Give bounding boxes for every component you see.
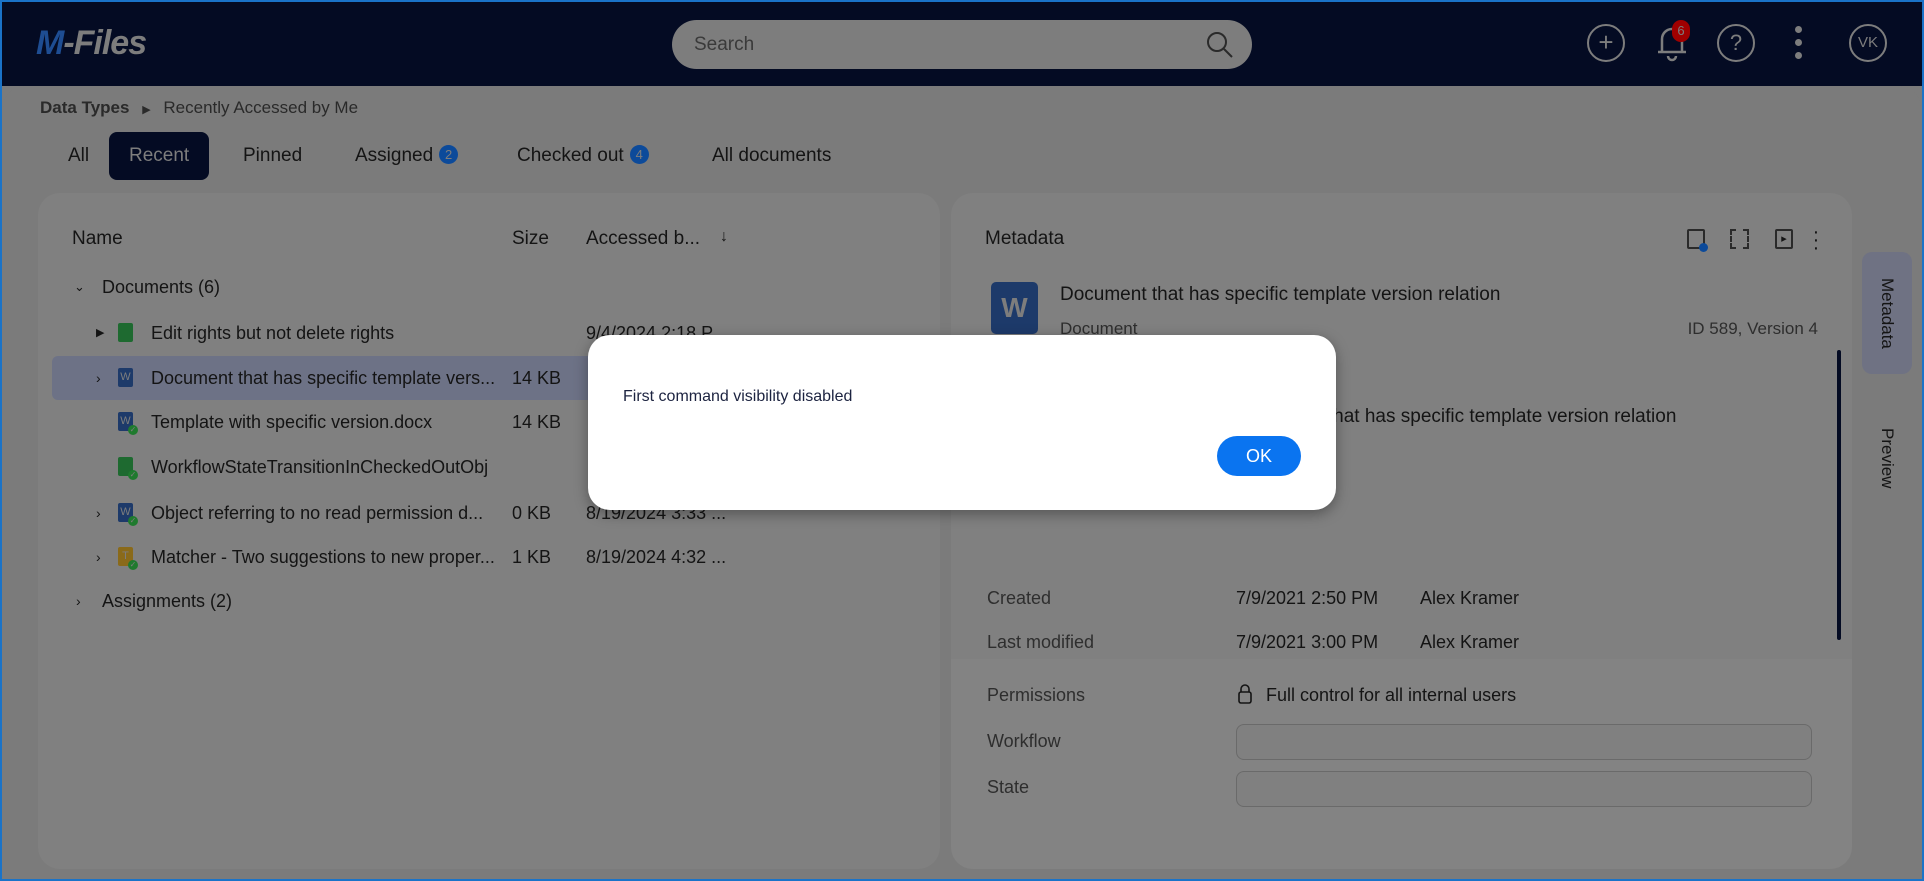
- workflow-label: Workflow: [987, 731, 1061, 751]
- expand-icon[interactable]: ▶: [96, 311, 104, 355]
- created-date: 7/9/2021 2:50 PM: [1236, 588, 1379, 608]
- top-bar: M-Files Search + 6 ? VK: [0, 0, 1924, 86]
- word-checked-icon: W ✓: [118, 412, 138, 435]
- dialog-message: First command visibility disabled: [623, 388, 853, 405]
- green-document-icon: [118, 323, 133, 342]
- help-icon[interactable]: ?: [1717, 24, 1755, 62]
- tab-assigned[interactable]: Assigned 2: [335, 132, 478, 180]
- message-dialog: First command visibility disabled OK: [588, 335, 1336, 510]
- more-options-icon[interactable]: · · ·: [1812, 222, 1820, 258]
- breadcrumb-separator-icon: ▶: [142, 104, 151, 116]
- more-icon[interactable]: [1795, 26, 1803, 60]
- template-checked-icon: T ✓: [118, 547, 138, 570]
- lock-icon: [1238, 684, 1252, 704]
- state-label: State: [987, 777, 1030, 797]
- breadcrumb-current: Recently Accessed by Me: [163, 98, 359, 117]
- tab-checked-out[interactable]: Checked out 4: [497, 132, 669, 180]
- modified-by: Alex Kramer: [1420, 632, 1520, 652]
- green-document-checked-icon: ✓: [118, 457, 138, 480]
- notification-badge: 6: [1672, 20, 1690, 42]
- side-tab-preview[interactable]: Preview: [1862, 418, 1912, 498]
- group-documents[interactable]: ⌄ Documents (6): [52, 265, 940, 309]
- object-title: Document that has specific template vers…: [1060, 284, 1501, 305]
- m-files-logo[interactable]: M-Files: [36, 24, 147, 63]
- tab-pinned[interactable]: Pinned: [223, 132, 322, 180]
- fullscreen-icon[interactable]: [1730, 229, 1749, 249]
- column-header-accessed[interactable]: Accessed b...: [586, 228, 700, 250]
- avatar[interactable]: VK: [1849, 24, 1887, 62]
- created-by: Alex Kramer: [1420, 588, 1520, 608]
- created-label: Created: [987, 588, 1052, 608]
- add-icon[interactable]: +: [1587, 24, 1625, 62]
- word-checked-icon: W ✓: [118, 503, 138, 526]
- tab-all-documents[interactable]: All documents: [692, 132, 851, 180]
- permissions-value[interactable]: Full control for all internal users: [1266, 685, 1516, 706]
- assigned-count-badge: 2: [439, 145, 459, 164]
- metadata-title: Metadata: [985, 228, 1065, 249]
- tab-recent[interactable]: Recent: [109, 132, 210, 180]
- comments-icon[interactable]: [1687, 229, 1708, 252]
- state-field[interactable]: [1236, 771, 1812, 807]
- breadcrumb-root[interactable]: Data Types: [40, 98, 129, 117]
- workflow-field[interactable]: [1236, 724, 1812, 760]
- panel-toggle-icon[interactable]: ▸: [1775, 229, 1793, 249]
- scrollbar[interactable]: [1837, 350, 1841, 640]
- modified-date: 7/9/2021 3:00 PM: [1236, 632, 1379, 652]
- permissions-label: Permissions: [987, 685, 1086, 705]
- checked-out-count-badge: 4: [629, 145, 649, 164]
- breadcrumb: Data Types ▶ Recently Accessed by Me: [40, 98, 358, 118]
- search-icon[interactable]: [1206, 31, 1234, 59]
- column-header-name[interactable]: Name: [72, 228, 123, 250]
- chevron-right-icon[interactable]: ›: [96, 491, 101, 535]
- list-item[interactable]: › T ✓ Matcher - Two suggestions to new pr…: [52, 535, 940, 579]
- search-input[interactable]: Search: [672, 20, 1252, 69]
- arrow-down-icon[interactable]: ↓: [720, 228, 728, 246]
- ok-button[interactable]: OK: [1217, 436, 1301, 476]
- chevron-right-icon[interactable]: ›: [96, 356, 101, 400]
- side-tab-metadata[interactable]: Metadata: [1862, 252, 1912, 374]
- chevron-right-icon[interactable]: ›: [76, 579, 81, 623]
- chevron-down-icon[interactable]: ⌄: [74, 265, 85, 309]
- group-assignments[interactable]: › Assignments (2): [52, 579, 940, 623]
- word-icon: W: [118, 368, 133, 387]
- column-header-size[interactable]: Size: [512, 228, 549, 250]
- object-id-version: ID 589, Version 4: [1687, 319, 1818, 338]
- chevron-right-icon[interactable]: ›: [96, 535, 101, 579]
- word-document-icon: W: [991, 282, 1038, 334]
- tab-all[interactable]: All: [48, 132, 109, 180]
- modified-label: Last modified: [987, 632, 1095, 652]
